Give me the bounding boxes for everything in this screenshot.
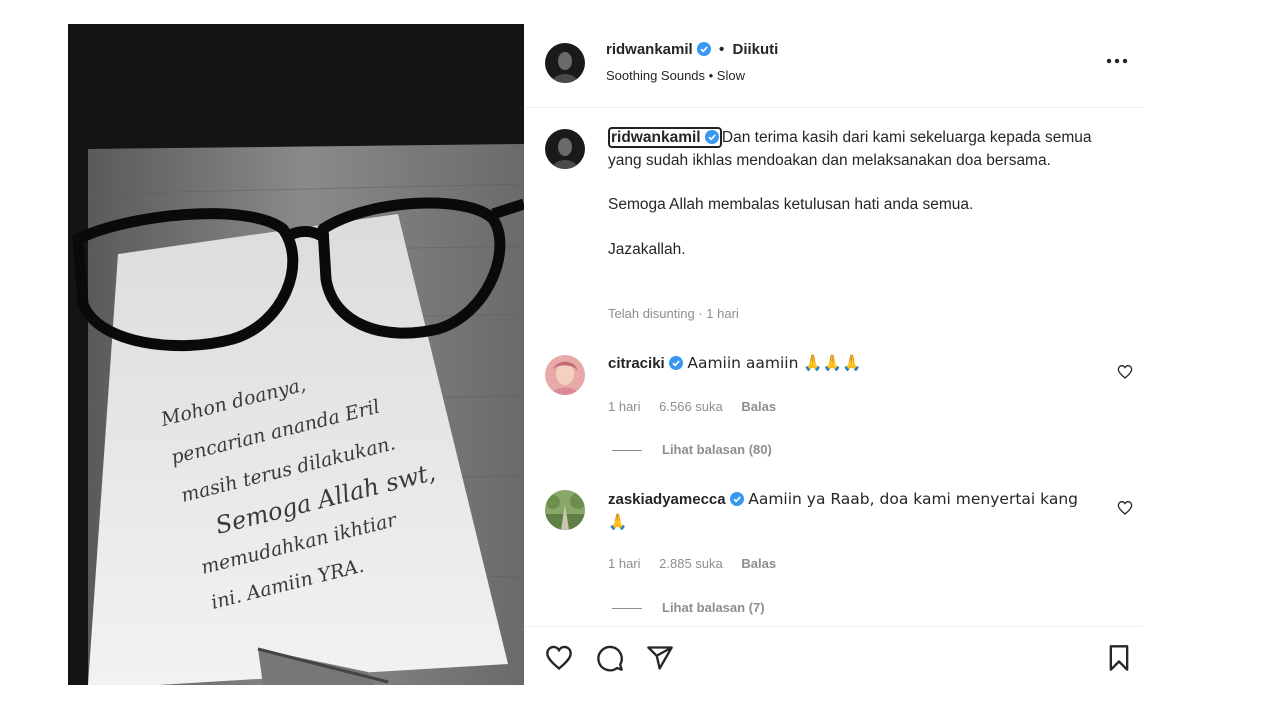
verified-badge-icon (729, 492, 744, 506)
comment-bubble-icon[interactable] (596, 644, 624, 672)
comment-meta: 1 hari 2.885 suka Balas (608, 556, 791, 571)
like-heart-icon[interactable] (545, 644, 573, 672)
post-image[interactable]: Mohon doanya, pencarian ananda Eril masi… (68, 24, 524, 685)
separator-dot: • (719, 41, 725, 58)
replies-divider (612, 450, 642, 452)
reply-button[interactable]: Balas (741, 556, 776, 571)
username-link[interactable]: ridwankamil (606, 41, 693, 58)
share-paper-plane-icon[interactable] (646, 644, 674, 672)
commenter-avatar[interactable] (545, 355, 585, 395)
verified-badge-icon (704, 130, 719, 144)
comment-username[interactable]: citraciki (608, 355, 665, 372)
like-comment-heart-icon[interactable] (1117, 364, 1133, 380)
more-options-icon[interactable] (1105, 52, 1129, 70)
avatar[interactable] (545, 43, 585, 83)
comment-text: zaskiadyamecca Aamiin ya Raab, doa kami … (608, 488, 1098, 534)
edited-timestamp: Telah disunting · 1 hari (608, 306, 739, 321)
comment-time: 1 hari (608, 556, 641, 571)
comment-username[interactable]: zaskiadyamecca (608, 491, 726, 508)
post-detail-panel: ridwankamil • Diikuti Soothing Sounds • … (525, 24, 1142, 685)
post-action-bar (525, 626, 1142, 685)
save-bookmark-icon[interactable] (1105, 644, 1133, 672)
reply-button[interactable]: Balas (741, 399, 776, 414)
view-replies-label[interactable]: Lihat balasan (7) (662, 600, 765, 615)
post-header: ridwankamil • Diikuti Soothing Sounds • … (525, 24, 1142, 108)
comment-likes[interactable]: 6.566 suka (659, 399, 723, 414)
view-replies-button[interactable]: Lihat balasan (80) (612, 442, 772, 457)
view-replies-label[interactable]: Lihat balasan (80) (662, 442, 772, 457)
comment-meta: 1 hari 6.566 suka Balas (608, 399, 791, 414)
comment-text: citraciki Aamiin aamiin 🙏🙏🙏 (608, 352, 1098, 375)
caption-line-2: Semoga Allah membalas ketulusan hati and… (608, 196, 974, 213)
commenter-avatar[interactable] (545, 490, 585, 530)
verified-badge-icon (669, 356, 684, 370)
view-replies-button[interactable]: Lihat balasan (7) (612, 600, 765, 615)
caption-username[interactable]: ridwankamil (611, 129, 701, 146)
caption-text: ridwankamil Dan terima kasih dari kami s… (608, 127, 1108, 261)
like-comment-heart-icon[interactable] (1117, 500, 1133, 516)
comment-time: 1 hari (608, 399, 641, 414)
comment-body: Aamiin aamiin 🙏🙏🙏 (687, 354, 862, 372)
follow-status-button[interactable]: Diikuti (732, 41, 778, 58)
audio-info[interactable]: Soothing Sounds • Slow (606, 68, 745, 83)
caption-username-link[interactable]: ridwankamil (608, 127, 722, 148)
verified-badge-icon (696, 42, 711, 56)
caption-line-3: Jazakallah. (608, 240, 686, 258)
comment-likes[interactable]: 2.885 suka (659, 556, 723, 571)
caption-avatar[interactable] (545, 129, 585, 169)
header-title-line: ridwankamil • Diikuti (606, 41, 778, 58)
replies-divider (612, 608, 642, 610)
